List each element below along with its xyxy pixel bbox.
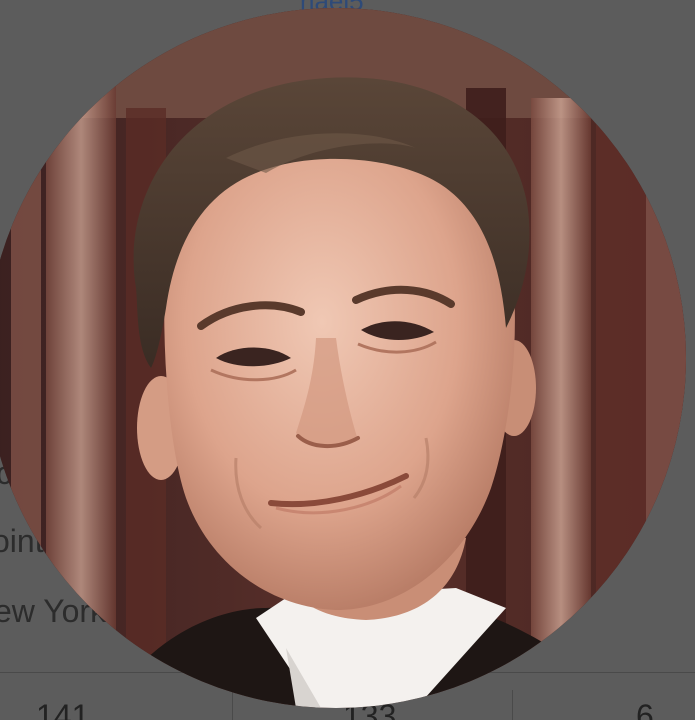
avatar-enlarged[interactable] bbox=[0, 8, 686, 708]
stats-separator bbox=[512, 690, 513, 720]
portrait-image bbox=[0, 8, 686, 708]
posts-count[interactable]: 141 bbox=[36, 698, 89, 720]
following-count[interactable]: 6 bbox=[636, 698, 654, 720]
profile-photo-viewer: hael5 c oint ew York 141 133 6 bbox=[0, 0, 695, 720]
stats-separator bbox=[232, 690, 233, 720]
